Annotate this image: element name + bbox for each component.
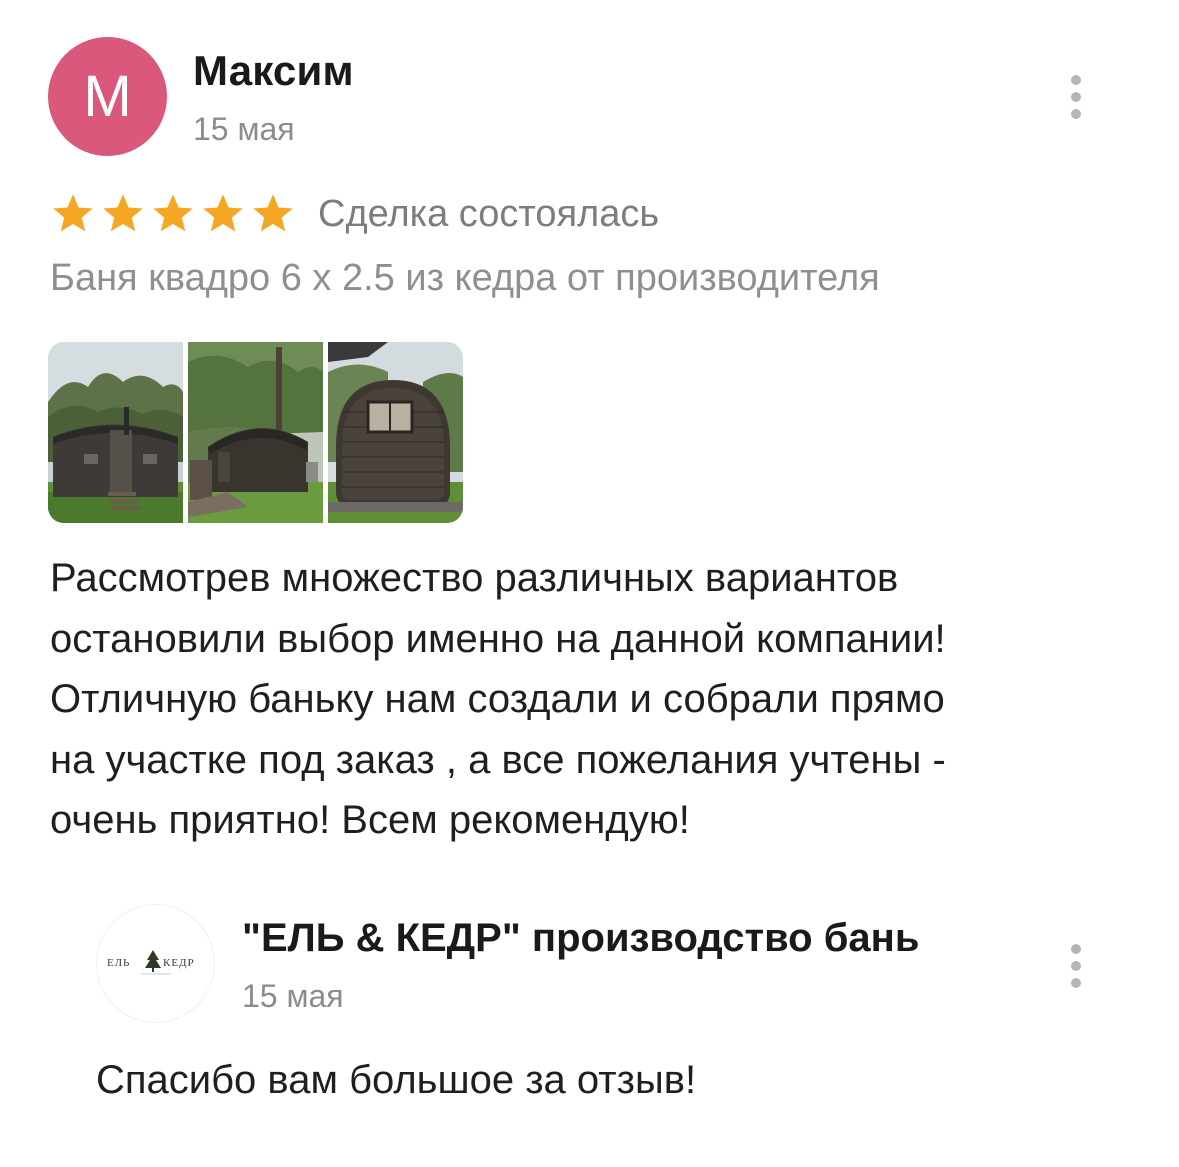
reply-text: Спасибо вам большое за отзыв! <box>96 1058 697 1102</box>
product-title[interactable]: Баня квадро 6 х 2.5 из кедра от производ… <box>50 257 880 300</box>
review-text-line: остановили выбор именно на данной компан… <box>50 616 946 661</box>
company-logo-mark: ЕЛЬ КЕДР <box>107 949 195 974</box>
star-rating <box>50 192 296 236</box>
review-card: М Максим 15 мая Сделка состоялась Баня к… <box>0 0 1179 1167</box>
star-icon <box>100 192 146 236</box>
more-vertical-icon <box>1071 75 1081 85</box>
review-photo-3[interactable] <box>328 342 463 523</box>
star-icon <box>250 192 296 236</box>
review-text-line: очень приятно! Всем рекомендую! <box>50 798 690 842</box>
review-date: 15 мая <box>193 111 295 147</box>
review-text-line: Рассмотрев множество различных вариантов <box>50 556 899 600</box>
review-text-line: Отличную баньку нам создали и собрали пр… <box>50 677 945 721</box>
author-name[interactable]: Максим <box>193 47 354 94</box>
avatar[interactable]: М <box>48 37 167 156</box>
svg-text:КЕДР: КЕДР <box>163 957 195 969</box>
star-icon <box>50 192 96 236</box>
review-photos <box>48 342 463 523</box>
rating-row: Сделка состоялась <box>50 190 659 238</box>
review-photo-2[interactable] <box>188 342 323 523</box>
deal-status: Сделка состоялась <box>318 193 660 235</box>
more-options-button[interactable] <box>1064 73 1088 121</box>
star-icon <box>150 192 196 236</box>
more-vertical-icon <box>1071 944 1081 954</box>
review-photo-1[interactable] <box>48 342 183 523</box>
reply-author[interactable]: "ЕЛЬ & КЕДР" производство бань <box>242 916 919 960</box>
review-text: Рассмотрев множество различных вариантов… <box>50 548 1140 851</box>
reply-more-options-button[interactable] <box>1064 942 1088 990</box>
svg-text:ЕЛЬ: ЕЛЬ <box>107 957 130 969</box>
review-text-line: на участке под заказ , а все пожелания у… <box>50 737 946 782</box>
star-icon <box>200 192 246 236</box>
company-logo[interactable]: ЕЛЬ КЕДР <box>96 904 215 1023</box>
reply-date: 15 мая <box>242 978 344 1014</box>
